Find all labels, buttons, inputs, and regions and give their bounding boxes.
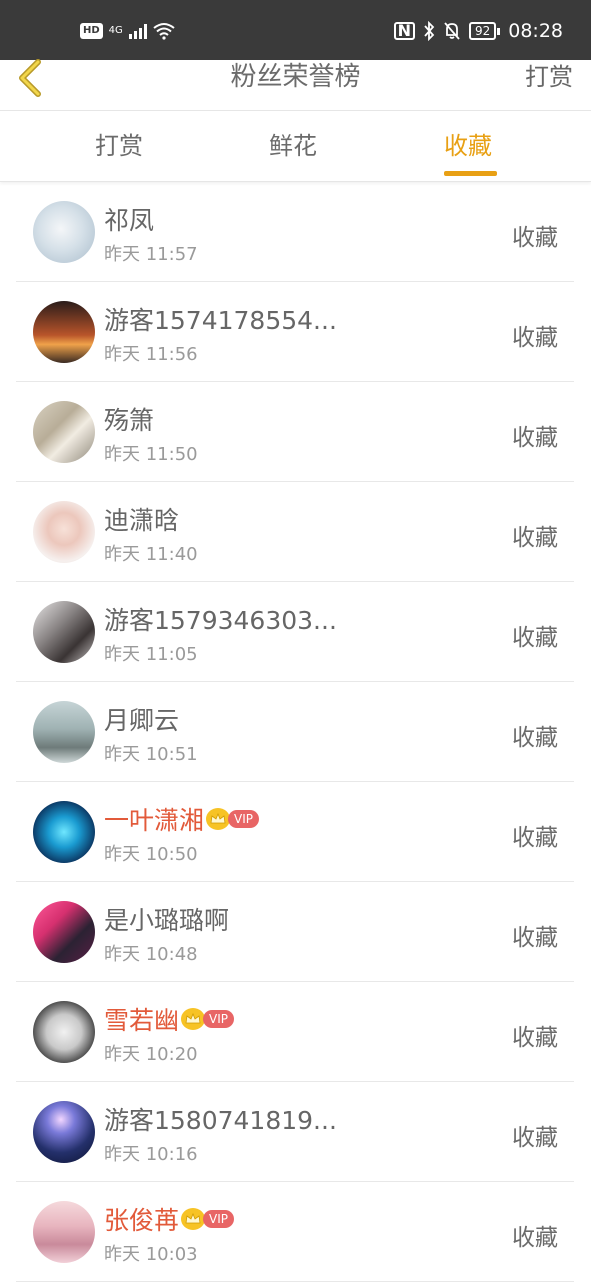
vip-badge: VIP [203, 1010, 234, 1028]
nfc-icon: N [393, 22, 415, 40]
action-label: 收藏 [512, 1125, 558, 1151]
tab-flowers[interactable]: 鲜花 [269, 129, 317, 163]
list-item[interactable]: 祁凤 昨天 11:57 收藏 [16, 182, 574, 282]
list-item[interactable]: 殇箫 昨天 11:50 收藏 [16, 382, 574, 482]
status-right: N 92 08:28 [393, 20, 563, 42]
avatar [33, 1001, 95, 1063]
vip-badge: VIP [203, 1210, 234, 1228]
tab-favorites[interactable]: 收藏 [444, 129, 492, 163]
user-name: 迪潇晗 [104, 506, 180, 535]
action-label: 收藏 [512, 1225, 558, 1251]
user-name: 一叶潇湘 [104, 806, 205, 835]
timestamp: 昨天 10:20 [104, 1044, 198, 1065]
timestamp: 昨天 11:57 [104, 244, 198, 265]
avatar [33, 501, 95, 563]
list-item[interactable]: 张俊苒 VIP 昨天 10:03 收藏 [16, 1182, 574, 1282]
list-item[interactable]: 一叶潇湘 VIP 昨天 10:50 收藏 [16, 782, 574, 882]
list-item[interactable]: 迪潇晗 昨天 11:40 收藏 [16, 482, 574, 582]
timestamp: 昨天 11:05 [104, 644, 198, 665]
action-label: 收藏 [512, 425, 558, 451]
signal-icon [128, 23, 147, 39]
crown-icon [181, 1008, 206, 1030]
timestamp: 昨天 10:16 [104, 1144, 198, 1165]
timestamp: 昨天 11:56 [104, 344, 198, 365]
clock: 08:28 [508, 20, 563, 42]
fan-list: 祁凤 昨天 11:57 收藏 游客1574178554... 昨天 11:56 … [16, 182, 574, 1282]
network-type: 4G [108, 25, 123, 36]
hd-icon: HD [80, 23, 103, 39]
timestamp: 昨天 10:50 [104, 844, 198, 865]
user-name: 游客1579346303... [104, 606, 337, 635]
reward-button[interactable]: 打赏 [525, 60, 573, 94]
user-name: 殇箫 [104, 406, 155, 435]
battery-icon: 92 [468, 22, 501, 40]
action-label: 收藏 [512, 1025, 558, 1051]
user-name: 雪若幽 [104, 1006, 180, 1035]
mute-bell-icon [444, 22, 460, 40]
active-tab-indicator [444, 171, 497, 176]
user-name: 游客1580741819... [104, 1106, 337, 1135]
avatar [33, 901, 95, 963]
action-label: 收藏 [512, 325, 558, 351]
battery-level: 92 [468, 22, 497, 40]
action-label: 收藏 [512, 525, 558, 551]
user-name: 月卿云 [104, 706, 180, 735]
avatar [33, 201, 95, 263]
crown-icon [181, 1208, 206, 1230]
action-label: 收藏 [512, 825, 558, 851]
vip-badge: VIP [228, 810, 259, 828]
status-left: HD 4G [80, 22, 175, 40]
avatar [33, 801, 95, 863]
action-label: 收藏 [512, 625, 558, 651]
user-name: 张俊苒 [104, 1206, 180, 1235]
timestamp: 昨天 10:03 [104, 1244, 198, 1265]
list-item[interactable]: 游客1574178554... 昨天 11:56 收藏 [16, 282, 574, 382]
user-name: 游客1574178554... [104, 306, 337, 335]
avatar [33, 301, 95, 363]
tab-bar: 打赏 鲜花 收藏 [0, 111, 591, 182]
tab-reward[interactable]: 打赏 [95, 129, 143, 163]
timestamp: 昨天 10:48 [104, 944, 198, 965]
bluetooth-icon [424, 21, 435, 41]
timestamp: 昨天 10:51 [104, 744, 198, 765]
action-label: 收藏 [512, 725, 558, 751]
list-item[interactable]: 游客1579346303... 昨天 11:05 收藏 [16, 582, 574, 682]
nav-bar: 粉丝荣誉榜 打赏 [0, 59, 591, 111]
list-item[interactable]: 游客1580741819... 昨天 10:16 收藏 [16, 1082, 574, 1182]
page-title: 粉丝荣誉榜 [230, 62, 361, 92]
list-item[interactable]: 雪若幽 VIP 昨天 10:20 收藏 [16, 982, 574, 1082]
crown-icon [206, 808, 231, 830]
avatar [33, 401, 95, 463]
timestamp: 昨天 11:50 [104, 444, 198, 465]
avatar [33, 701, 95, 763]
list-item[interactable]: 是小璐璐啊 昨天 10:48 收藏 [16, 882, 574, 982]
list-item[interactable]: 月卿云 昨天 10:51 收藏 [16, 682, 574, 782]
timestamp: 昨天 11:40 [104, 544, 198, 565]
avatar [33, 601, 95, 663]
status-bar: HD 4G N 92 08:28 [0, 0, 591, 60]
action-label: 收藏 [512, 925, 558, 951]
action-label: 收藏 [512, 225, 558, 251]
user-name: 祁凤 [104, 206, 155, 235]
wifi-icon [153, 23, 175, 40]
user-name: 是小璐璐啊 [104, 906, 230, 935]
avatar [33, 1101, 95, 1163]
avatar [33, 1201, 95, 1263]
